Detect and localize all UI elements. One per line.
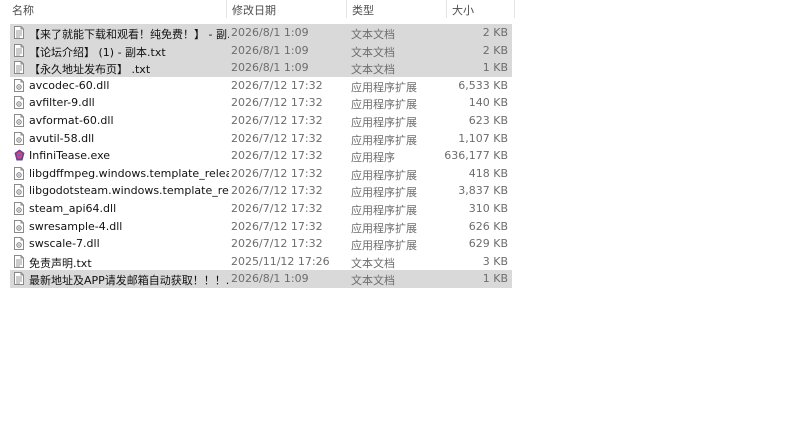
file-modified-date: 2026/7/12 17:32 (231, 131, 323, 145)
column-divider[interactable] (514, 0, 515, 18)
file-row[interactable]: 最新地址及APP请发邮箱自动获取！！！... 2026/8/1 1:09 文本文档 1… (10, 270, 512, 288)
dll-file-icon (14, 166, 24, 180)
exe-app-icon (14, 149, 25, 162)
file-modified-date: 2026/7/12 17:32 (231, 149, 323, 163)
file-row[interactable]: steam_api64.dll 2026/7/12 17:32 应用程序扩展 310 … (10, 200, 512, 218)
file-size: 626 KB (468, 219, 508, 233)
dll-file-icon (14, 113, 24, 127)
file-modified-date: 2026/8/1 1:09 (231, 26, 309, 39)
file-size: 1 KB (482, 61, 508, 75)
dll-file-icon (14, 131, 24, 145)
file-name: steam_api64.dll (29, 201, 117, 215)
file-row[interactable]: 【来了就能下载和观看！纯免费！】 - 副... 2026/8/1 1:09 文本文档… (10, 24, 512, 42)
file-name: swscale-7.dll (29, 237, 100, 251)
text-file-icon (14, 272, 24, 286)
dll-file-icon (14, 219, 24, 233)
file-name: avcodec-60.dll (29, 78, 110, 92)
file-row[interactable]: avutil-58.dll 2026/7/12 17:32 应用程序扩展 1,107 … (10, 130, 512, 148)
dll-file-icon (14, 201, 24, 215)
file-name: 最新地址及APP请发邮箱自动获取！！！... (29, 274, 229, 288)
file-modified-date: 2026/7/12 17:32 (231, 166, 323, 180)
file-name: avutil-58.dll (29, 131, 95, 145)
file-size: 636,177 KB (444, 149, 508, 163)
text-file-icon (14, 254, 24, 268)
text-file-icon (14, 26, 24, 39)
column-header-size[interactable]: 大小 (452, 2, 474, 18)
file-row[interactable]: 【永久地址发布页】 .txt 2026/8/1 1:09 文本文档 1 KB (10, 59, 512, 77)
file-row[interactable]: libgodotsteam.windows.template_rel... 202… (10, 182, 512, 200)
column-header-type[interactable]: 类型 (352, 2, 374, 18)
file-name: InfiniTease.exe (29, 149, 111, 163)
file-modified-date: 2026/7/12 17:32 (231, 96, 323, 110)
file-row[interactable]: InfiniTease.exe 2026/7/12 17:32 应用程序 636,17… (10, 147, 512, 165)
file-name: 【永久地址发布页】 .txt (29, 63, 151, 77)
file-size: 1,107 KB (458, 131, 508, 145)
file-row[interactable]: 【论坛介绍】 (1) - 副本.txt 2026/8/1 1:09 文本文档 2 KB (10, 41, 512, 60)
text-file-icon (14, 61, 24, 75)
file-name: 【来了就能下载和观看！纯免费！】 - 副... (29, 28, 229, 41)
file-name: swresample-4.dll (29, 219, 123, 233)
file-name: avfilter-9.dll (29, 96, 95, 110)
dll-file-icon (14, 184, 24, 198)
file-name: avformat-60.dll (29, 113, 114, 127)
file-name: 【论坛介绍】 (1) - 副本.txt (29, 45, 166, 59)
file-name: libgodotsteam.windows.template_rel... (29, 184, 229, 198)
file-modified-date: 2026/7/12 17:32 (231, 78, 323, 92)
file-row[interactable]: avformat-60.dll 2026/7/12 17:32 应用程序扩展 623 … (10, 112, 512, 130)
column-divider[interactable] (446, 0, 447, 18)
column-header-bar: 名称 修改日期 类型 大小 (0, 0, 800, 18)
file-size: 310 KB (468, 201, 508, 215)
text-file-icon (14, 43, 24, 57)
dll-file-icon (14, 96, 24, 110)
column-header-name[interactable]: 名称 (12, 2, 34, 18)
file-row[interactable]: avcodec-60.dll 2026/7/12 17:32 应用程序扩展 6,533… (10, 77, 512, 95)
file-size: 623 KB (468, 113, 508, 127)
file-modified-date: 2026/8/1 1:09 (231, 61, 309, 75)
file-row[interactable]: swresample-4.dll 2026/7/12 17:32 应用程序扩展 626… (10, 218, 512, 236)
file-modified-date: 2026/7/12 17:32 (231, 237, 323, 251)
file-size: 418 KB (468, 166, 508, 180)
file-row[interactable]: avfilter-9.dll 2026/7/12 17:32 应用程序扩展 140 K… (10, 94, 512, 112)
file-modified-date: 2026/8/1 1:09 (231, 43, 309, 57)
file-size: 140 KB (468, 96, 508, 110)
file-modified-date: 2026/7/12 17:32 (231, 219, 323, 233)
file-size: 1 KB (482, 272, 508, 286)
file-modified-date: 2026/7/12 17:32 (231, 201, 323, 215)
file-list: 【来了就能下载和观看！纯免费！】 - 副... 2026/8/1 1:09 文本文档… (10, 24, 512, 288)
file-size: 2 KB (482, 26, 508, 39)
file-row[interactable]: 免责声明.txt 2025/11/12 17:26 文本文档 3 KB (10, 253, 512, 271)
dll-file-icon (14, 78, 24, 92)
column-divider[interactable] (346, 0, 347, 18)
file-modified-date: 2026/7/12 17:32 (231, 113, 323, 127)
file-size: 3,837 KB (458, 184, 508, 198)
column-divider[interactable] (226, 0, 227, 18)
column-header-date[interactable]: 修改日期 (232, 2, 276, 18)
file-size: 2 KB (482, 43, 508, 57)
file-size: 629 KB (468, 237, 508, 251)
file-name: 免责声明.txt (29, 256, 92, 270)
file-row[interactable]: libgdffmpeg.windows.template_relea... 202… (10, 165, 512, 183)
file-name: libgdffmpeg.windows.template_relea... (29, 166, 229, 180)
file-modified-date: 2026/7/12 17:32 (231, 184, 323, 198)
file-row[interactable]: swscale-7.dll 2026/7/12 17:32 应用程序扩展 629 KB (10, 235, 512, 253)
file-modified-date: 2026/8/1 1:09 (231, 272, 309, 286)
file-modified-date: 2025/11/12 17:26 (231, 254, 330, 268)
file-size: 3 KB (482, 254, 508, 268)
file-size: 6,533 KB (458, 78, 508, 92)
dll-file-icon (14, 237, 24, 251)
